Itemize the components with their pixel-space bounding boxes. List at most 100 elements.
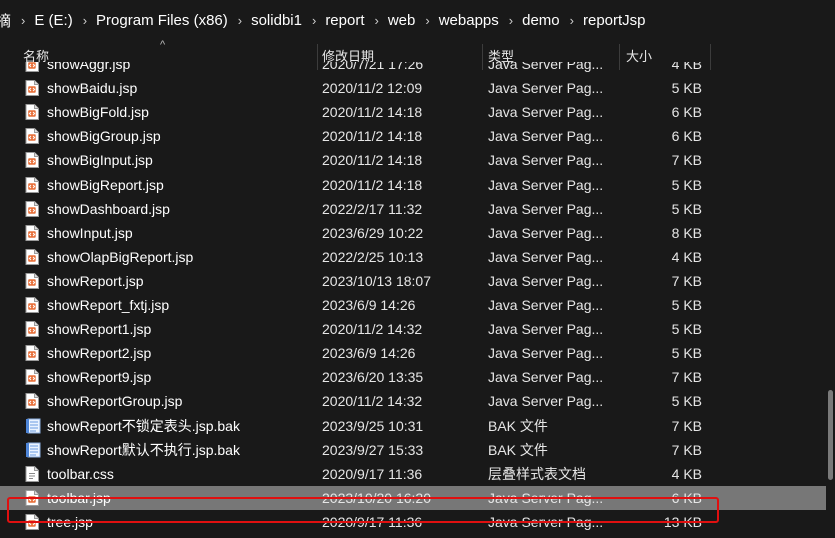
file-size: 4 KB (671, 248, 702, 265)
file-type: Java Server Pag... (488, 369, 604, 386)
file-size: 7 KB (671, 441, 702, 458)
file-size: 6 KB (671, 104, 702, 121)
file-type: BAK 文件 (488, 417, 548, 434)
file-modified-date: 2023/6/9 14:26 (322, 297, 416, 313)
file-name: showReport不锁定表头.jsp.bak (47, 417, 240, 434)
file-size: 5 KB (671, 321, 702, 338)
file-name: showBigReport.jsp (47, 176, 164, 193)
breadcrumb-item[interactable]: 摘 › (0, 10, 34, 31)
file-row[interactable]: showReport.jsp 2023/10/13 18:07 Java Serve… (0, 269, 835, 293)
file-name: showBigInput.jsp (47, 152, 153, 169)
breadcrumb-label: webapps (438, 11, 499, 29)
scrollbar-thumb[interactable] (828, 390, 833, 480)
file-type: Java Server Pag... (488, 152, 604, 169)
breadcrumb-item[interactable]: solidbi1 › (251, 12, 325, 29)
chevron-right-icon[interactable]: › (509, 13, 513, 28)
file-type: Java Server Pag... (488, 321, 604, 338)
breadcrumb-item[interactable]: reportJsp (583, 12, 646, 29)
file-row[interactable]: showBigReport.jsp 2020/11/2 14:18 Java Ser… (0, 173, 835, 197)
breadcrumb-item[interactable]: Program Files (x86) › (96, 12, 251, 29)
file-row[interactable]: showReportGroup.jsp 2020/11/2 14:32 Java S… (0, 389, 835, 413)
file-row[interactable]: showBigInput.jsp 2020/11/2 14:18 Java Serv… (0, 148, 835, 172)
file-type: Java Server Pag... (488, 128, 604, 145)
file-name: showBigGroup.jsp (47, 128, 161, 145)
breadcrumb-item[interactable]: demo › (522, 12, 583, 29)
breadcrumb-item[interactable]: E (E:) › (34, 12, 96, 29)
breadcrumb-item[interactable]: web › (388, 12, 439, 29)
vertical-scrollbar[interactable] (826, 70, 835, 538)
jsp-file-icon (25, 321, 39, 340)
file-row[interactable]: showReport默认不执行.jsp.bak 2023/9/27 15:33 BA… (0, 438, 835, 462)
file-type: Java Server Pag... (488, 104, 604, 121)
jsp-file-icon (25, 128, 39, 147)
sort-ascending-icon: ^ (160, 39, 166, 51)
file-type: Java Server Pag... (488, 345, 604, 362)
file-type: Java Server Pag... (488, 62, 604, 72)
css-file-icon (25, 465, 39, 485)
breadcrumb-label: web (387, 11, 416, 29)
file-type: Java Server Pag... (488, 176, 604, 193)
file-name: showAggr.jsp (47, 62, 131, 72)
file-size: 7 KB (671, 417, 702, 434)
file-row[interactable]: showReport2.jsp 2023/6/9 14:26 Java Server… (0, 341, 835, 365)
file-name: showReport默认不执行.jsp.bak (47, 441, 240, 458)
file-size: 7 KB (671, 272, 702, 289)
file-name: showOlapBigReport.jsp (47, 248, 194, 265)
file-modified-date: 2023/6/20 13:35 (322, 369, 424, 386)
file-name: showReport_fxtj.jsp (47, 297, 170, 313)
file-modified-date: 2023/10/13 18:07 (322, 272, 431, 289)
jsp-file-icon (25, 224, 39, 244)
chevron-right-icon[interactable]: › (425, 13, 429, 28)
file-row[interactable]: showReport9.jsp 2023/6/20 13:35 Java Serve… (0, 365, 835, 389)
breadcrumb-label: E (E:) (34, 11, 73, 29)
file-type: Java Server Pag... (488, 80, 604, 97)
file-size: 5 KB (671, 200, 702, 217)
file-size: 7 KB (671, 152, 702, 169)
file-row[interactable]: showBigFold.jsp 2020/11/2 14:18 Java Serve… (0, 100, 835, 124)
chevron-right-icon[interactable]: › (570, 13, 574, 28)
file-modified-date: 2020/11/2 14:18 (322, 128, 423, 145)
file-modified-date: 2020/11/2 14:18 (322, 104, 423, 121)
chevron-right-icon[interactable]: › (375, 13, 379, 28)
chevron-right-icon[interactable]: › (238, 13, 242, 28)
file-row[interactable]: showInput.jsp 2023/6/29 10:22 Java Server … (0, 221, 835, 245)
breadcrumb-item[interactable]: report › (325, 12, 388, 29)
file-size: 5 KB (671, 176, 702, 193)
file-row[interactable]: showReport不锁定表头.jsp.bak 2023/9/25 10:31 BA… (0, 414, 835, 438)
jsp-file-icon (25, 393, 39, 412)
chevron-right-icon[interactable]: › (312, 13, 316, 28)
file-size: 6 KB (671, 128, 702, 145)
file-row[interactable]: showReport1.jsp 2020/11/2 14:32 Java Serve… (0, 317, 835, 341)
file-size: 5 KB (671, 80, 702, 97)
jsp-file-icon (25, 297, 39, 316)
file-modified-date: 2020/11/2 14:32 (322, 393, 423, 410)
file-type: Java Server Pag... (488, 200, 604, 217)
file-modified-date: 2023/9/27 15:33 (322, 441, 424, 458)
chevron-right-icon[interactable]: › (83, 13, 87, 28)
breadcrumb-label: 摘 (0, 12, 12, 30)
file-modified-date: 2022/2/17 11:32 (322, 200, 423, 217)
chevron-right-icon[interactable]: › (21, 13, 25, 28)
file-type: Java Server Pag... (488, 248, 604, 265)
file-size: 5 KB (671, 297, 702, 313)
jsp-file-icon (25, 272, 39, 292)
file-name: showReportGroup.jsp (47, 393, 183, 410)
file-type: Java Server Pag... (488, 297, 604, 313)
jsp-file-icon (25, 62, 39, 75)
file-modified-date: 2020/11/2 14:18 (322, 152, 423, 169)
breadcrumb-label: Program Files (x86) (96, 11, 228, 29)
jsp-file-icon (25, 345, 39, 364)
jsp-file-icon (25, 80, 39, 99)
file-name: showReport9.jsp (47, 369, 152, 386)
file-row[interactable]: showAggr.jsp 2020/7/21 17:26 Java Server P… (0, 62, 835, 76)
file-row[interactable]: showOlapBigReport.jsp 2022/2/25 10:13 Java… (0, 245, 835, 269)
file-row[interactable]: showBigGroup.jsp 2020/11/2 14:18 Java Serv… (0, 124, 835, 148)
file-row[interactable]: toolbar.css 2020/9/17 11:36 层叠样式表文档 4 KB (0, 462, 835, 486)
file-row[interactable]: showBaidu.jsp 2020/11/2 12:09 Java Server … (0, 76, 835, 100)
file-row[interactable]: showDashboard.jsp 2022/2/17 11:32 Java Ser… (0, 197, 835, 221)
address-bar[interactable]: 摘 › E (E:) › Program Files (x86) › solidbi1 › re… (0, 0, 835, 40)
breadcrumb-label: report (325, 11, 365, 29)
file-row[interactable]: showReport_fxtj.jsp 2023/6/9 14:26 Java Se… (0, 293, 835, 317)
breadcrumb-item[interactable]: webapps › (439, 12, 522, 29)
file-modified-date: 2023/9/25 10:31 (322, 417, 424, 434)
